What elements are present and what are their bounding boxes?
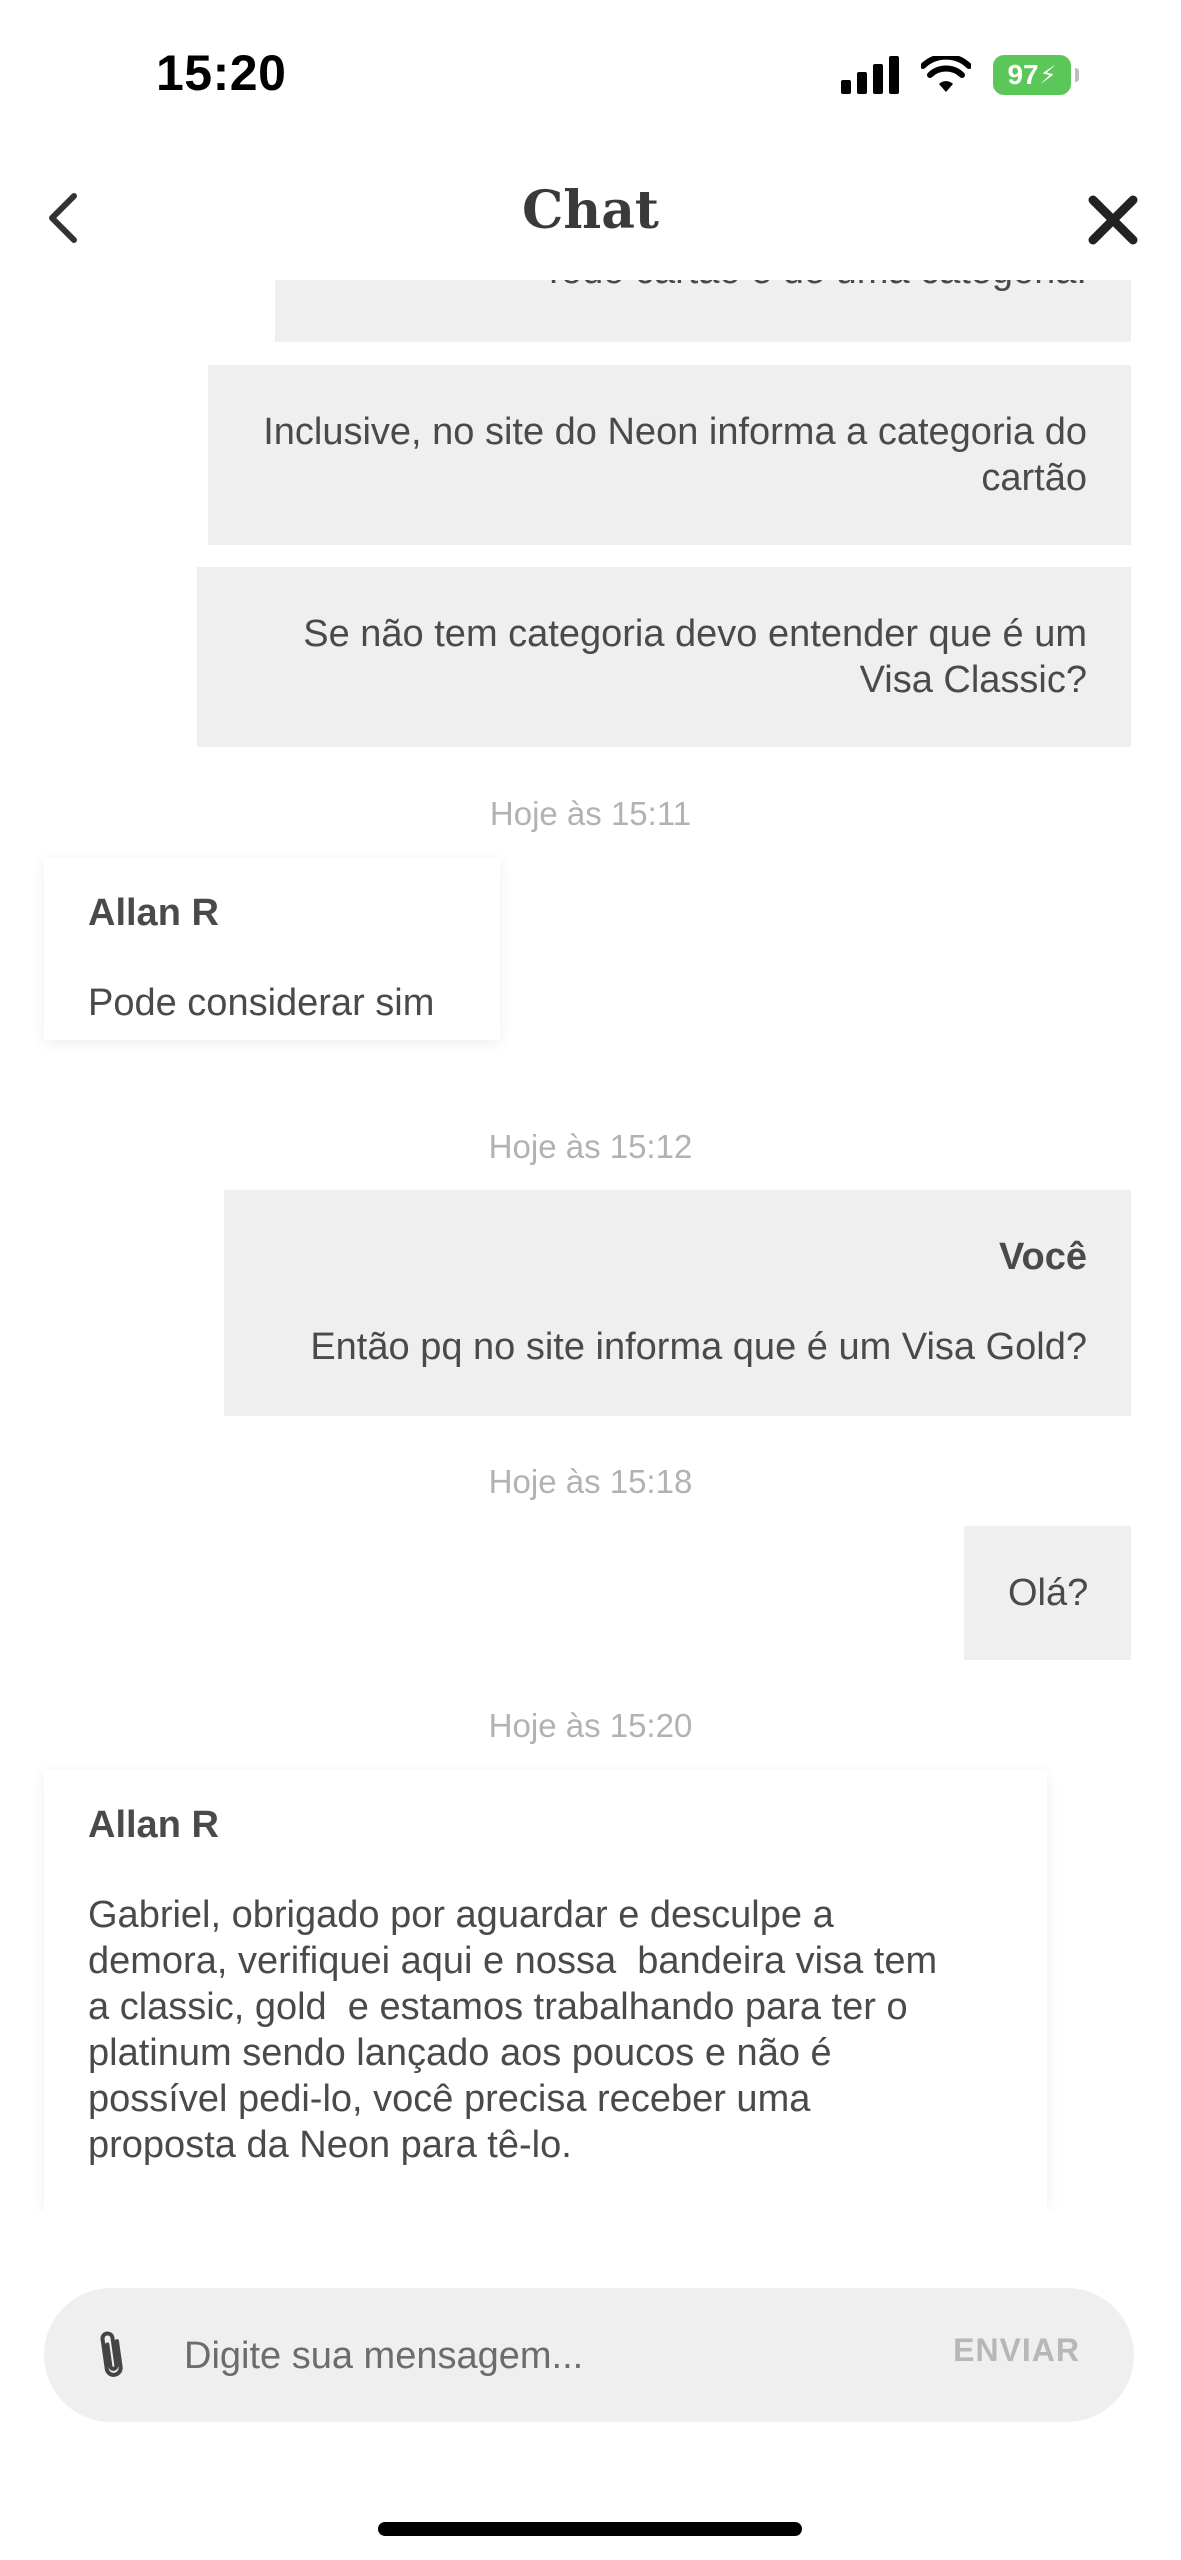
status-time: 15:20 [156,45,287,101]
wifi-icon [921,56,971,92]
message-text: Inclusive, no site do Neon informa a cat… [263,411,1087,499]
outgoing-message: Inclusive, no site do Neon informa a cat… [208,365,1131,545]
sender-name: Allan R [88,892,219,934]
message-text: Gabriel, obrigado por aguardar e desculp… [88,1892,1003,2168]
message-line: demora, verifiquei aqui e nossa bandeira… [88,1940,938,1982]
chat-header: Chat [0,150,1181,280]
sender-name: Allan R [88,1804,219,1846]
outgoing-message: Você Então pq no site informa que é um V… [224,1190,1131,1416]
sender-name: Você [998,1236,1087,1278]
message-line: proposta da Neon para tê-lo. [88,2124,572,2166]
cellular-signal-icon [841,56,899,94]
message-input[interactable] [182,2318,946,2394]
message-line: Gabriel, obrigado por aguardar e desculp… [88,1894,834,1936]
status-bar: 15:20 97 ⚡ [0,0,1181,150]
home-indicator [378,2522,802,2536]
paperclip-icon [100,2331,123,2377]
battery-icon: 97 ⚡ [993,55,1079,95]
message-text: Olá? [1008,1572,1089,1614]
outgoing-message: Todo cartão é de uma categoria. [275,280,1131,342]
outgoing-message: Olá? [964,1526,1131,1660]
outgoing-message: Se não tem categoria devo entender que é… [197,567,1131,747]
close-button[interactable] [1085,192,1141,248]
battery-level: 97 [1007,59,1039,90]
incoming-message: Allan R Pode considerar sim [44,858,500,1040]
message-timestamp: Hoje às 15:11 [489,795,692,832]
message-text: Todo cartão é de uma categoria. [542,280,1087,292]
message-line: platinum sendo lançado aos poucos e não … [88,2032,832,2074]
page-title: Chat [522,180,659,241]
status-icons: 97 ⚡ [841,55,1079,95]
chat-messages[interactable]: Todo cartão é de uma categoria. Inclusiv… [0,280,1181,2210]
message-composer: ENVIAR [44,2288,1134,2422]
message-text: Então pq no site informa que é um Visa G… [310,1326,1087,1368]
message-timestamp: Hoje às 15:20 [488,1707,693,1744]
incoming-message: Allan R Gabriel, obrigado por aguardar e… [44,1770,1047,2210]
message-text: Se não tem categoria devo entender que é… [303,613,1087,701]
message-line: possível pedi-lo, você precisa receber u… [88,2078,811,2120]
message-line: a classic, gold e estamos trabalhando pa… [88,1986,908,2028]
charging-bolt-icon: ⚡ [1039,61,1057,89]
send-button[interactable]: ENVIAR [953,2332,1080,2369]
message-timestamp: Hoje às 15:12 [488,1128,693,1165]
message-text: Pode considerar sim [88,982,435,1024]
attach-button[interactable] [92,2328,132,2384]
close-icon [1088,195,1138,245]
message-timestamp: Hoje às 15:18 [488,1463,693,1500]
